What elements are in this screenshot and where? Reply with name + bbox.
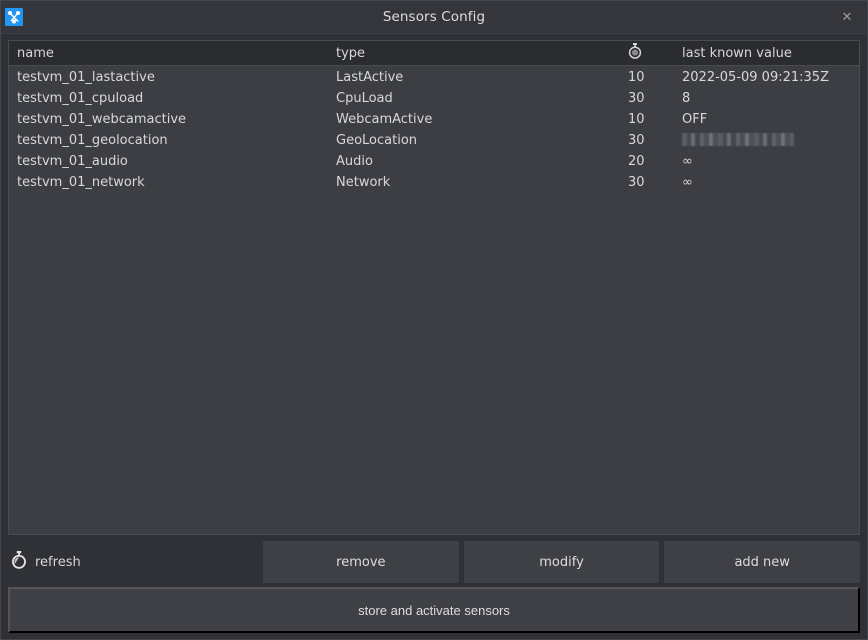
table-row[interactable]: testvm_01_cpuloadCpuLoad308 xyxy=(9,88,859,109)
network-share-icon xyxy=(5,8,23,26)
stopwatch-icon xyxy=(628,43,642,63)
cell-interval: 10 xyxy=(628,70,682,85)
cell-last-known-value: 2022-05-09 09:21:35Z xyxy=(682,70,859,85)
column-header-name[interactable]: name xyxy=(9,46,336,61)
cell-name: testvm_01_lastactive xyxy=(9,70,336,85)
cell-type: CpuLoad xyxy=(336,91,628,106)
cell-type: WebcamActive xyxy=(336,112,628,127)
table-row[interactable]: testvm_01_networkNetwork30∞ xyxy=(9,172,859,193)
column-header-type[interactable]: type xyxy=(336,46,628,61)
cell-name: testvm_01_cpuload xyxy=(9,91,336,106)
refresh-button[interactable]: refresh xyxy=(8,541,263,583)
cell-type: LastActive xyxy=(336,70,628,85)
cell-interval: 20 xyxy=(628,154,682,169)
cell-name: testvm_01_network xyxy=(9,175,336,190)
cell-last-known-value: ∞ xyxy=(682,175,859,190)
cell-type: GeoLocation xyxy=(336,133,628,148)
action-bar: refresh remove modify add new xyxy=(8,541,860,583)
stopwatch-icon xyxy=(11,551,27,573)
cell-interval: 30 xyxy=(628,133,682,148)
table-body: testvm_01_lastactiveLastActive102022-05-… xyxy=(9,66,859,534)
column-header-interval[interactable] xyxy=(628,43,682,63)
remove-button[interactable]: remove xyxy=(263,541,459,583)
refresh-label: refresh xyxy=(35,555,81,570)
table-row[interactable]: testvm_01_lastactiveLastActive102022-05-… xyxy=(9,67,859,88)
column-header-last-known-value[interactable]: last known value xyxy=(682,46,859,61)
table-row[interactable]: testvm_01_geolocationGeoLocation30 xyxy=(9,130,859,151)
cell-interval: 10 xyxy=(628,112,682,127)
cell-last-known-value: ∞ xyxy=(682,154,859,169)
cell-interval: 30 xyxy=(628,91,682,106)
cell-type: Audio xyxy=(336,154,628,169)
add-new-button[interactable]: add new xyxy=(664,541,860,583)
table-header-row: name type last known value xyxy=(9,41,859,66)
store-and-activate-sensors-button[interactable]: store and activate sensors xyxy=(8,587,860,633)
table-row[interactable]: testvm_01_webcamactiveWebcamActive10OFF xyxy=(9,109,859,130)
sensors-config-window: Sensors Config ✕ name type last known va… xyxy=(0,0,868,640)
sensors-table: name type last known value testvm_01_las… xyxy=(8,40,860,535)
table-row[interactable]: testvm_01_audioAudio20∞ xyxy=(9,151,859,172)
cell-last-known-value: OFF xyxy=(682,112,859,127)
cell-name: testvm_01_audio xyxy=(9,154,336,169)
cell-type: Network xyxy=(336,175,628,190)
close-icon[interactable]: ✕ xyxy=(839,9,855,25)
cell-last-known-value: 8 xyxy=(682,91,859,106)
cell-name: testvm_01_webcamactive xyxy=(9,112,336,127)
redacted-value xyxy=(682,133,794,146)
cell-name: testvm_01_geolocation xyxy=(9,133,336,148)
modify-button[interactable]: modify xyxy=(464,541,660,583)
titlebar: Sensors Config ✕ xyxy=(1,1,867,34)
window-title: Sensors Config xyxy=(1,9,867,25)
cell-interval: 30 xyxy=(628,175,682,190)
cell-last-known-value xyxy=(682,133,859,148)
